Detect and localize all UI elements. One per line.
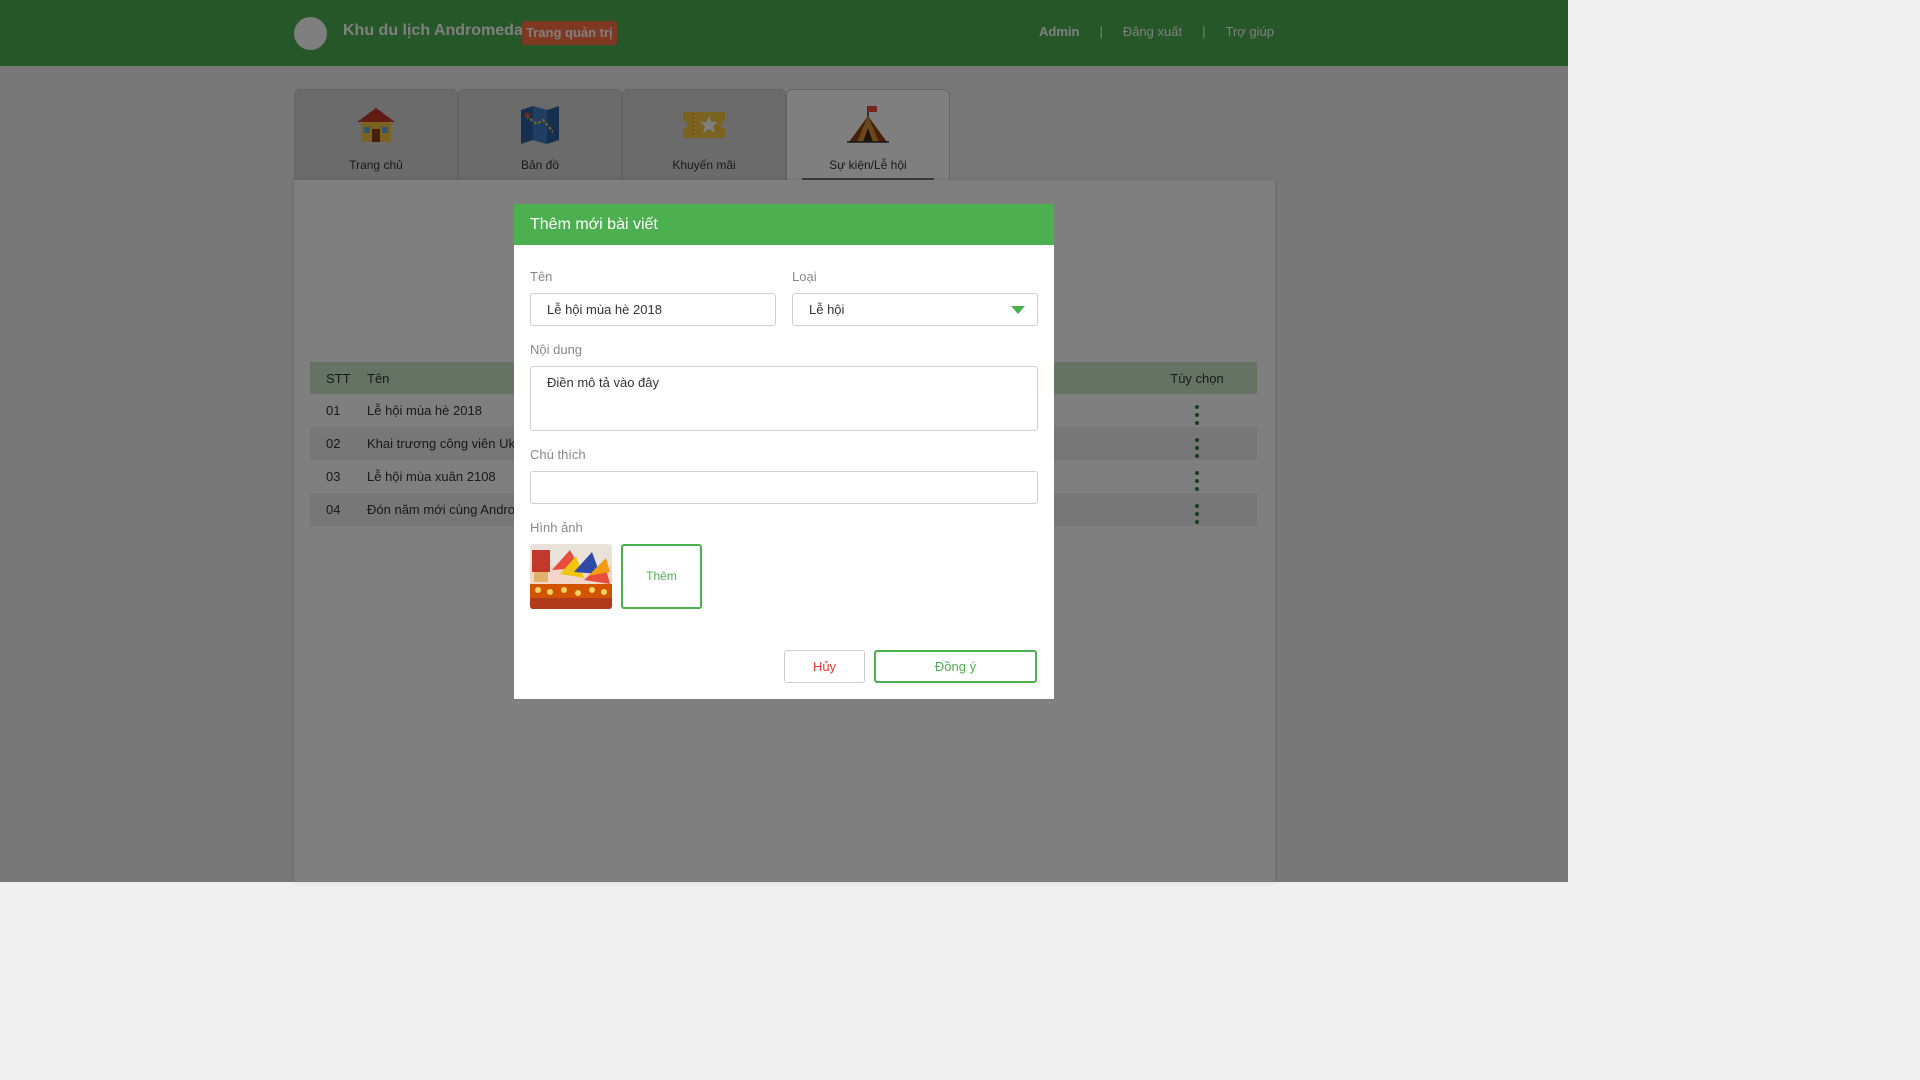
name-label: Tên — [530, 269, 553, 284]
add-image-button[interactable]: Thêm — [621, 544, 702, 609]
image-label: Hình ảnh — [530, 520, 583, 535]
confirm-button[interactable]: Đồng ý — [874, 650, 1037, 683]
chevron-down-icon — [1011, 306, 1025, 314]
type-select-value: Lễ hội — [809, 302, 845, 317]
modal-title: Thêm mới bài viết — [514, 204, 1054, 245]
type-select[interactable]: Lễ hội — [792, 293, 1038, 326]
content-label: Nội dung — [530, 342, 583, 357]
note-field[interactable] — [530, 471, 1038, 504]
cancel-button[interactable]: Hủy — [784, 650, 865, 683]
type-label: Loại — [792, 269, 817, 284]
name-field[interactable]: Lễ hội mùa hè 2018 — [530, 293, 776, 326]
add-post-modal: Thêm mới bài viết Tên Lễ hội mùa hè 2018… — [514, 204, 1054, 699]
festival-image-thumbnail[interactable] — [530, 544, 612, 609]
note-label: Chú thích — [530, 447, 586, 462]
content-textarea[interactable]: Điền mô tả vào đây — [530, 366, 1038, 431]
